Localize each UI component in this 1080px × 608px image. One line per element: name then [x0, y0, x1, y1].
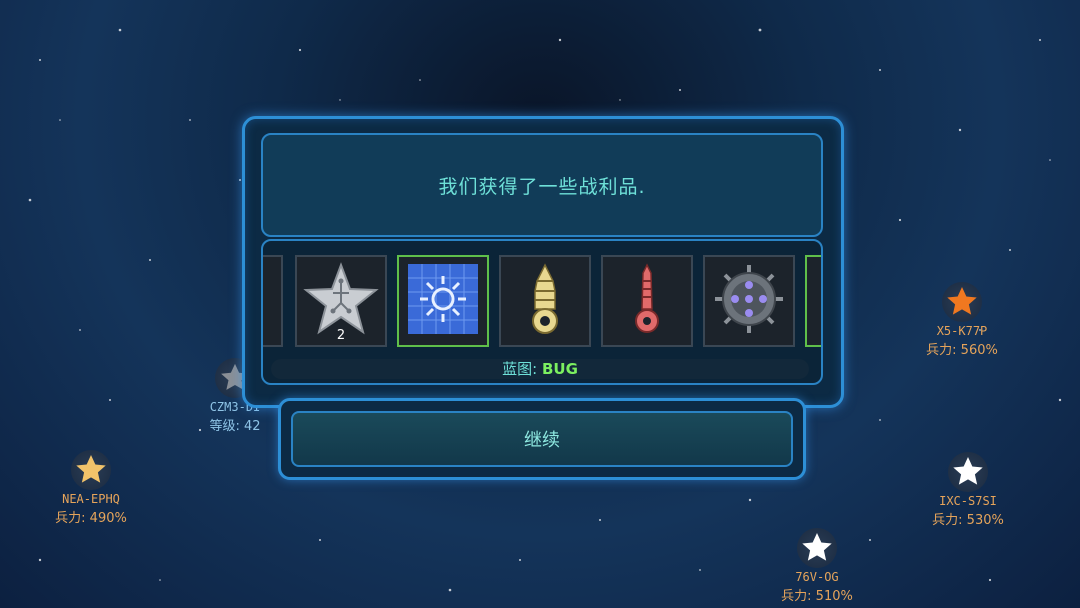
red-drill-icon [630, 261, 664, 341]
star-icon [942, 282, 982, 322]
loot-strip[interactable]: 2 蓝图: BUG [261, 239, 823, 385]
loot-slot-partial-green[interactable] [805, 255, 821, 347]
node-code: IXC-S7SI [939, 494, 997, 508]
loot-slot-yellow-drill[interactable] [499, 255, 591, 347]
node-code: NEA-EPHQ [62, 492, 120, 506]
loot-slot-red-drill[interactable] [601, 255, 693, 347]
star-icon [71, 450, 111, 490]
star-icon [797, 528, 837, 568]
node-code: 76V-OG [795, 570, 839, 584]
spiked-mine-icon [713, 263, 785, 339]
map-node-76v[interactable]: 76V-OG 兵力: 510% [752, 528, 882, 604]
loot-slot-circuit-star[interactable]: 2 [295, 255, 387, 347]
caption-label: 蓝图: [502, 360, 538, 378]
map-node-nea[interactable]: NEA-EPHQ 兵力: 490% [26, 450, 156, 526]
node-stat: 兵力: 510% [781, 589, 853, 604]
loot-slot-blueprint-gear[interactable] [397, 255, 489, 347]
loot-dialog: 我们获得了一些战利品. 2 蓝图: BUG [242, 116, 844, 408]
loot-slot-spiked-mine[interactable] [703, 255, 795, 347]
map-node-x5[interactable]: X5-K77P 兵力: 560% [897, 282, 1027, 358]
continue-button[interactable]: 继续 [291, 411, 793, 467]
caption-value: BUG [541, 360, 578, 378]
loot-slot-partial-purple[interactable] [263, 255, 283, 347]
map-node-ixc[interactable]: IXC-S7SI 兵力: 530% [903, 452, 1033, 528]
node-stat: 兵力: 530% [932, 513, 1004, 528]
node-code: X5-K77P [936, 324, 988, 338]
loot-message: 我们获得了一些战利品. [438, 175, 646, 198]
star-icon [948, 452, 988, 492]
message-box: 我们获得了一些战利品. [261, 133, 823, 237]
continue-dialog-frame: 继续 [278, 398, 806, 480]
item-count: 2 [336, 328, 346, 343]
item-caption-bar: 蓝图: BUG [271, 359, 809, 379]
node-stat: 兵力: 490% [55, 511, 127, 526]
yellow-drill-icon [525, 261, 565, 341]
node-stat: 兵力: 560% [926, 343, 998, 358]
blueprint-gear-icon [406, 262, 480, 340]
